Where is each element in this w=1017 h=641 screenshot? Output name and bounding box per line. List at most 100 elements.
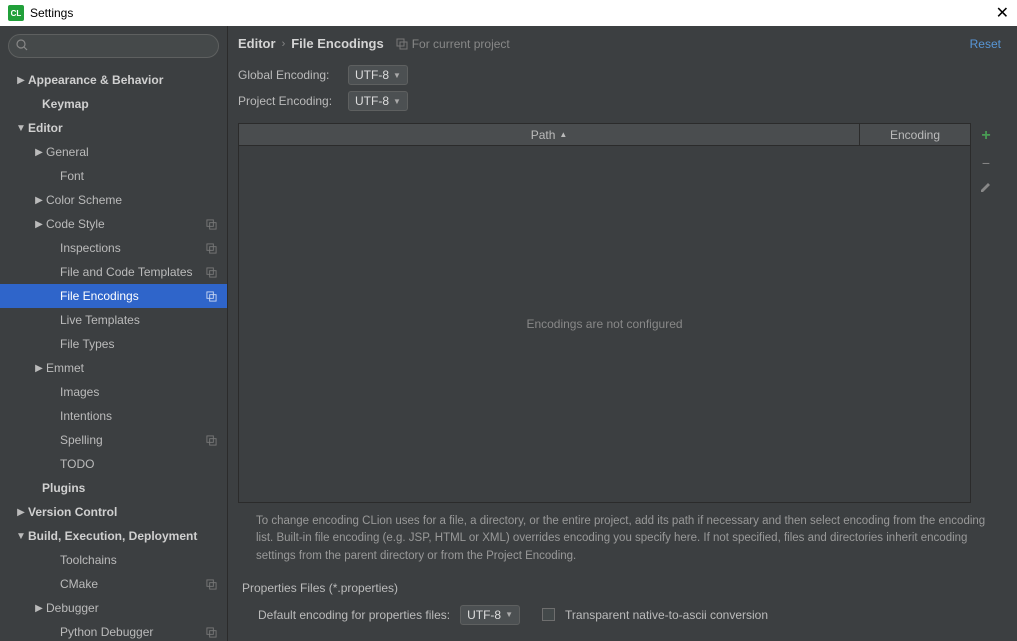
tree-item-editor[interactable]: ▼Editor (0, 116, 227, 140)
tree-item-version-control[interactable]: ▶Version Control (0, 500, 227, 524)
breadcrumb-part: Editor (238, 36, 276, 51)
remove-button[interactable]: − (982, 155, 990, 171)
properties-default-label: Default encoding for properties files: (258, 608, 450, 622)
tree-item-live-templates[interactable]: Live Templates (0, 308, 227, 332)
tree-item-inspections[interactable]: Inspections (0, 236, 227, 260)
tree-item-label: Spelling (60, 433, 206, 447)
properties-section-title: Properties Files (*.properties) (242, 581, 997, 595)
tree-item-label: Build, Execution, Deployment (28, 529, 221, 543)
project-scope-icon (206, 267, 217, 278)
tree-item-plugins[interactable]: Plugins (0, 476, 227, 500)
chevron-down-icon: ▼ (393, 97, 401, 106)
project-encoding-dropdown[interactable]: UTF-8 ▼ (348, 91, 408, 111)
tree-item-label: TODO (60, 457, 221, 471)
tree-item-spelling[interactable]: Spelling (0, 428, 227, 452)
tree-item-label: Debugger (46, 601, 221, 615)
tree-item-label: Live Templates (60, 313, 221, 327)
chevron-down-icon: ▼ (393, 71, 401, 80)
titlebar: CL Settings ✕ (0, 0, 1017, 26)
tree-item-file-and-code-templates[interactable]: File and Code Templates (0, 260, 227, 284)
tree-item-label: Color Scheme (46, 193, 221, 207)
tree-item-label: Python Debugger (60, 625, 206, 639)
chevron-down-icon: ▼ (14, 123, 28, 134)
close-icon[interactable]: ✕ (996, 3, 1009, 23)
tree-item-label: Appearance & Behavior (28, 73, 221, 87)
transparent-label: Transparent native-to-ascii conversion (565, 608, 768, 622)
edit-button[interactable] (980, 181, 992, 193)
tree-item-font[interactable]: Font (0, 164, 227, 188)
tree-item-label: CMake (60, 577, 206, 591)
tree-item-label: File Types (60, 337, 221, 351)
chevron-right-icon: ▶ (14, 75, 28, 86)
settings-tree: ▶Appearance & BehaviorKeymap▼Editor▶Gene… (0, 66, 227, 641)
tree-item-images[interactable]: Images (0, 380, 227, 404)
global-encoding-dropdown[interactable]: UTF-8 ▼ (348, 65, 408, 85)
help-text: To change encoding CLion uses for a file… (238, 503, 1001, 575)
project-scope-icon (206, 219, 217, 230)
tree-item-label: File Encodings (60, 289, 206, 303)
copy-icon (396, 38, 408, 50)
tree-item-toolchains[interactable]: Toolchains (0, 548, 227, 572)
tree-item-label: Toolchains (60, 553, 221, 567)
tree-item-label: Emmet (46, 361, 221, 375)
tree-item-python-debugger[interactable]: Python Debugger (0, 620, 227, 641)
breadcrumb-part: File Encodings (291, 36, 383, 51)
reset-link[interactable]: Reset (970, 37, 1001, 51)
project-scope-icon (206, 291, 217, 302)
pencil-icon (980, 181, 992, 193)
transparent-checkbox[interactable] (542, 608, 555, 621)
tree-item-label: Editor (28, 121, 221, 135)
project-scope-icon (206, 435, 217, 446)
tree-item-file-types[interactable]: File Types (0, 332, 227, 356)
tree-item-label: Code Style (46, 217, 206, 231)
tree-item-todo[interactable]: TODO (0, 452, 227, 476)
tree-item-label: File and Code Templates (60, 265, 206, 279)
tree-item-debugger[interactable]: ▶Debugger (0, 596, 227, 620)
window-title: Settings (30, 6, 73, 20)
project-encoding-label: Project Encoding: (238, 94, 348, 108)
project-scope-hint: For current project (396, 37, 510, 51)
project-scope-icon (206, 627, 217, 638)
chevron-right-icon: ▶ (32, 195, 46, 206)
tree-item-color-scheme[interactable]: ▶Color Scheme (0, 188, 227, 212)
tree-item-label: General (46, 145, 221, 159)
add-button[interactable]: + (981, 127, 990, 145)
chevron-right-icon: ▶ (32, 363, 46, 374)
search-icon (16, 39, 28, 51)
settings-main: Editor › File Encodings For current proj… (228, 26, 1017, 641)
chevron-right-icon: ▶ (32, 147, 46, 158)
global-encoding-label: Global Encoding: (238, 68, 348, 82)
tree-item-label: Font (60, 169, 221, 183)
chevron-right-icon: › (282, 38, 286, 50)
project-scope-icon (206, 243, 217, 254)
encoding-column-header[interactable]: Encoding (860, 124, 970, 145)
tree-item-label: Inspections (60, 241, 206, 255)
path-column-header[interactable]: Path ▲ (239, 124, 860, 145)
tree-item-label: Intentions (60, 409, 221, 423)
encodings-table: Path ▲ Encoding Encodings are not config… (238, 123, 971, 503)
chevron-right-icon: ▶ (14, 507, 28, 518)
tree-item-general[interactable]: ▶General (0, 140, 227, 164)
search-input[interactable] (8, 34, 219, 58)
tree-item-emmet[interactable]: ▶Emmet (0, 356, 227, 380)
tree-item-label: Images (60, 385, 221, 399)
tree-item-keymap[interactable]: Keymap (0, 92, 227, 116)
tree-item-appearance-behavior[interactable]: ▶Appearance & Behavior (0, 68, 227, 92)
tree-item-file-encodings[interactable]: File Encodings (0, 284, 227, 308)
tree-item-label: Plugins (42, 481, 221, 495)
tree-item-intentions[interactable]: Intentions (0, 404, 227, 428)
tree-item-label: Version Control (28, 505, 221, 519)
chevron-down-icon: ▼ (14, 531, 28, 542)
app-icon: CL (8, 5, 24, 21)
table-empty-message: Encodings are not configured (239, 146, 970, 502)
tree-item-build-execution-deployment[interactable]: ▼Build, Execution, Deployment (0, 524, 227, 548)
breadcrumb: Editor › File Encodings For current proj… (238, 36, 510, 51)
tree-item-cmake[interactable]: CMake (0, 572, 227, 596)
chevron-down-icon: ▼ (505, 610, 513, 619)
sort-asc-icon: ▲ (559, 130, 567, 139)
settings-sidebar: ▶Appearance & BehaviorKeymap▼Editor▶Gene… (0, 26, 228, 641)
properties-encoding-dropdown[interactable]: UTF-8 ▼ (460, 605, 520, 625)
tree-item-code-style[interactable]: ▶Code Style (0, 212, 227, 236)
tree-item-label: Keymap (42, 97, 221, 111)
chevron-right-icon: ▶ (32, 603, 46, 614)
